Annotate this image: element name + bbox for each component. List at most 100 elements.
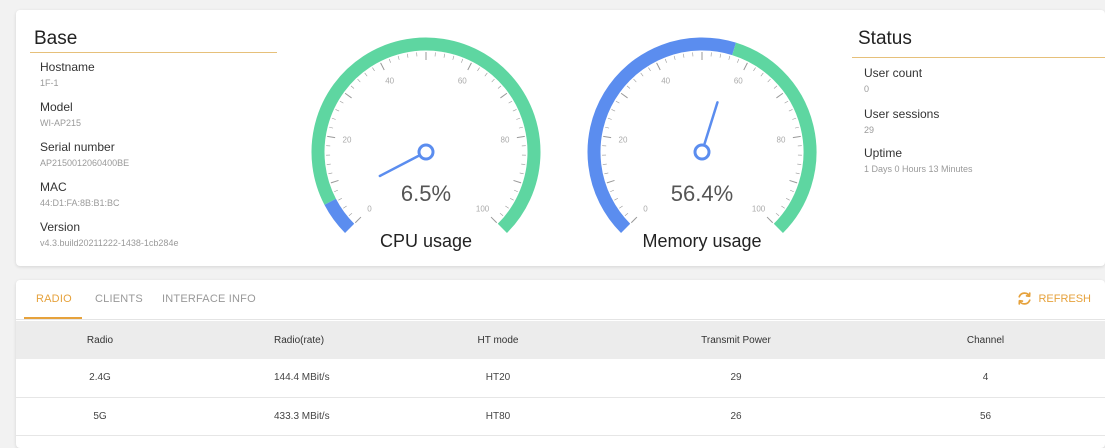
gauge-major-tick <box>792 135 801 139</box>
gauge-minor-tick <box>624 212 629 216</box>
cell-channel: 56 <box>979 410 992 422</box>
gauge-minor-tick <box>397 55 400 60</box>
gauge-minor-tick <box>633 78 637 83</box>
cell-radio: 5G <box>93 410 107 422</box>
gauge-minor-tick <box>326 163 331 165</box>
refresh-button[interactable]: REFRESH <box>1017 291 1091 306</box>
gauge-minor-tick <box>767 78 771 83</box>
gauge-minor-tick <box>792 117 797 120</box>
header-transmit-power: Transmit Power <box>701 334 771 346</box>
gauge-minor-tick <box>512 109 517 112</box>
memory-value: 56.4% <box>671 181 733 206</box>
tab-interface-info[interactable]: INTERFACE INFO <box>162 293 256 305</box>
gauge-minor-tick <box>499 212 504 216</box>
gauge-minor-tick <box>682 53 685 58</box>
gauge-minor-tick <box>364 72 368 77</box>
gauge-major-tick <box>500 92 508 99</box>
gauge-major-tick <box>467 62 472 71</box>
uptime-field: Uptime 1 Days 0 Hours 13 Minutes <box>864 146 973 176</box>
tab-radio[interactable]: RADIO <box>36 293 72 305</box>
gauge-minor-tick <box>728 55 731 60</box>
table-header-row: Radio Radio(rate) HT mode Transmit Power… <box>16 321 1105 359</box>
tab-clients[interactable]: CLIENTS <box>95 293 143 305</box>
gauge-minor-tick <box>443 53 446 58</box>
cell-ht-mode: HT20 <box>485 372 511 384</box>
user-count-label: User count <box>864 66 923 80</box>
gauge-minor-tick <box>461 58 464 63</box>
gauge-minor-tick <box>795 172 800 175</box>
gauge-minor-tick <box>611 109 616 112</box>
gauge-needle <box>378 154 420 178</box>
gauge-minor-tick <box>452 55 455 60</box>
gauge-minor-tick <box>484 72 488 77</box>
gauge-minor-tick <box>339 100 344 104</box>
gauge-minor-tick <box>719 53 722 58</box>
gauge-track-arc <box>732 42 817 233</box>
gauge-minor-tick <box>648 67 651 72</box>
gauge-minor-tick <box>615 100 620 104</box>
cell-transmit-power: 29 <box>730 372 742 384</box>
active-tab-indicator <box>24 317 82 319</box>
gauge-minor-tick <box>785 197 790 201</box>
uptime-value: 1 Days 0 Hours 13 Minutes <box>864 164 973 174</box>
gauge-minor-tick <box>519 172 524 175</box>
gauge-major-tick <box>330 179 339 184</box>
gauge-major-tick <box>630 216 638 224</box>
gauge-tick-label: 80 <box>501 135 510 144</box>
gauge-minor-tick <box>673 55 676 60</box>
table-row: 5G 433.3 MBit/s HT80 26 56 <box>16 397 1105 435</box>
gauge-minor-tick <box>607 117 612 120</box>
radio-table: Radio Radio(rate) HT mode Transmit Power… <box>16 321 1105 436</box>
gauge-tick-label: 40 <box>385 77 394 86</box>
gauge-minor-tick <box>335 109 340 112</box>
gauge-minor-tick <box>509 197 514 201</box>
gauge-minor-tick <box>505 205 509 209</box>
header-radio-rate: Radio(rate) <box>274 334 325 346</box>
gauge-minor-tick <box>350 85 355 89</box>
user-count-field: User count 0 <box>864 66 922 96</box>
header-radio: Radio <box>86 334 114 346</box>
gauge-tick-label: 20 <box>343 135 352 144</box>
gauge-minor-tick <box>508 100 513 104</box>
gauge-minor-tick <box>604 172 609 175</box>
gauge-major-tick <box>606 179 615 184</box>
gauge-major-tick <box>766 216 774 224</box>
gauge-minor-tick <box>626 85 631 89</box>
gauge-tick-label: 80 <box>777 135 786 144</box>
gauge-minor-tick <box>348 212 353 216</box>
gauge-major-tick <box>344 92 352 99</box>
gauge-minor-tick <box>602 163 607 165</box>
gauge-minor-tick <box>477 67 480 72</box>
cell-radio-rate: 144.4 MBit/s <box>274 372 330 384</box>
gauge-minor-tick <box>664 58 667 63</box>
refresh-icon <box>1018 292 1032 305</box>
gauge-minor-tick <box>789 189 794 192</box>
gauge-minor-tick <box>760 72 764 77</box>
gauge-minor-tick <box>797 163 802 165</box>
gauge-minor-tick <box>328 172 333 175</box>
gauge-minor-tick <box>521 163 526 165</box>
gauge-minor-tick <box>753 67 756 72</box>
gauge-needle <box>703 101 719 145</box>
status-title: Status <box>858 28 912 49</box>
gauge-minor-tick <box>513 189 518 192</box>
gauge-major-tick <box>789 179 798 184</box>
table-row: 2.4G 144.4 MBit/s HT20 29 4 <box>16 359 1105 397</box>
gauge-tick-label: 60 <box>734 77 743 86</box>
gauge-minor-tick <box>794 126 799 129</box>
uptime-label: Uptime <box>864 146 903 160</box>
gauge-major-tick <box>516 135 525 139</box>
gauge-minor-tick <box>775 212 780 216</box>
gauge-major-tick <box>513 179 522 184</box>
gauge-minor-tick <box>788 109 793 112</box>
gauge-tick-label: 40 <box>661 77 670 86</box>
gauge-major-tick <box>620 92 628 99</box>
gauge-fill-arc <box>324 198 355 233</box>
gauge-minor-tick <box>331 117 336 120</box>
user-sessions-field: User sessions 29 <box>864 107 939 137</box>
gauge-tick-label: 20 <box>619 135 628 144</box>
gauge-major-tick <box>603 135 612 139</box>
cell-ht-mode: HT80 <box>485 410 511 422</box>
gauge-minor-tick <box>640 72 644 77</box>
gauge-minor-tick <box>605 126 610 129</box>
